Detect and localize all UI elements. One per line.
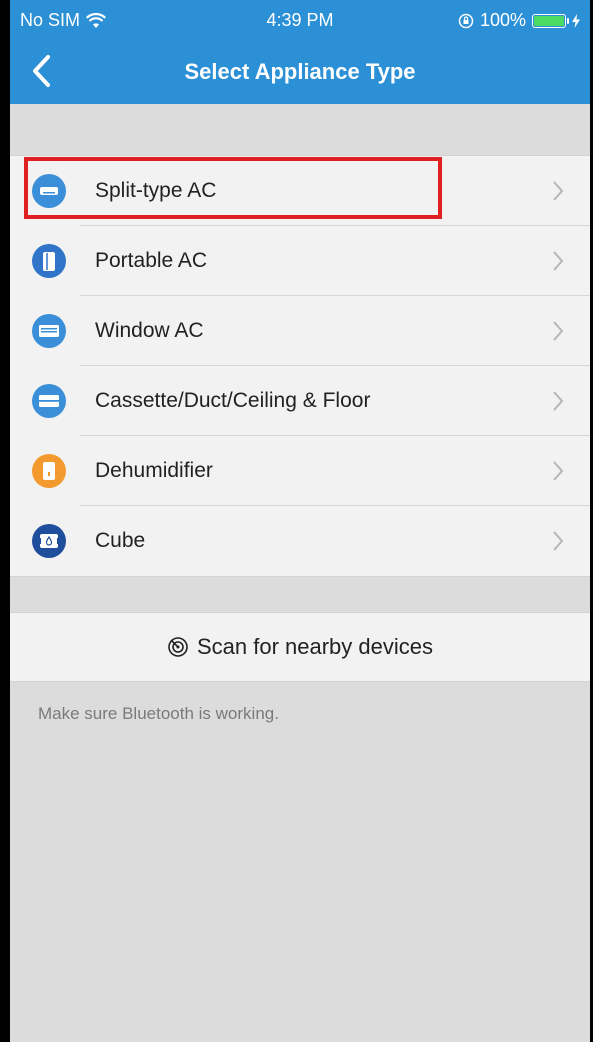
cube-icon [32, 524, 66, 558]
appliance-label: Dehumidifier [95, 459, 213, 482]
appliance-row-cube[interactable]: Cube [10, 506, 590, 576]
appliance-label: Window AC [95, 319, 204, 342]
chevron-right-icon [553, 461, 564, 481]
chevron-right-icon [553, 251, 564, 271]
appliance-label: Portable AC [95, 249, 208, 272]
chevron-right-icon [553, 181, 564, 201]
dehumidifier-icon [32, 454, 66, 488]
battery-icon [532, 13, 569, 28]
status-bar: No SIM 4:39 PM 100% [10, 0, 590, 40]
chevron-right-icon [553, 391, 564, 411]
appliance-row-cassette[interactable]: Cassette/Duct/Ceiling & Floor [10, 366, 590, 436]
appliance-row-dehumidifier[interactable]: Dehumidifier [10, 436, 590, 506]
portable-ac-icon [32, 244, 66, 278]
battery-percent: 100% [479, 10, 526, 30]
chevron-right-icon [553, 321, 564, 341]
appliance-label: Cassette/Duct/Ceiling & Floor [95, 389, 371, 412]
appliance-label: Cube [95, 529, 146, 552]
selection-highlight [24, 157, 442, 219]
charging-icon [572, 13, 580, 28]
status-right: 100% [458, 10, 580, 31]
window-ac-icon [32, 314, 66, 348]
orientation-lock-icon [458, 13, 474, 28]
bluetooth-hint: Make sure Bluetooth is working. [38, 704, 279, 723]
scan-nearby-button[interactable]: Scan for nearby devices [10, 612, 590, 682]
cassette-icon [32, 384, 66, 418]
radar-icon [168, 637, 188, 657]
appliance-row-window-ac[interactable]: Window AC [10, 296, 590, 366]
page-title: Select Appliance Type [184, 59, 416, 84]
chevron-right-icon [553, 531, 564, 551]
nav-bar: Select Appliance Type [10, 40, 590, 104]
scan-label: Scan for nearby devices [196, 634, 434, 659]
app-screen: No SIM 4:39 PM 100% Select Appliance Typ… [10, 0, 590, 1042]
appliance-row-portable-ac[interactable]: Portable AC [10, 226, 590, 296]
